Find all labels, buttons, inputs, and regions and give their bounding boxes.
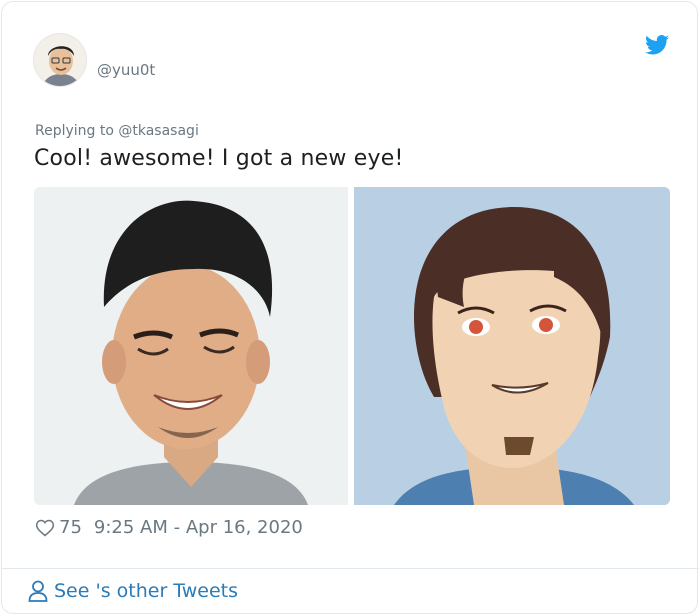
see-other-tweets-label[interactable]: See 's other Tweets [54, 580, 238, 602]
tweet-card: @yuu0t Replying to @tkasasagi Cool! awes… [1, 1, 699, 614]
replying-to[interactable]: Replying to @tkasasagi [35, 123, 199, 139]
timestamp[interactable]: 9:25 AM - Apr 16, 2020 [94, 517, 303, 538]
person-icon [28, 580, 48, 602]
see-other-tweets-link[interactable]: See 's other Tweets [28, 580, 238, 602]
like-count: 75 [59, 517, 82, 538]
tweet-media[interactable] [34, 187, 670, 505]
divider [2, 568, 699, 569]
tweet-header: @yuu0t [33, 33, 673, 89]
avatar[interactable] [33, 33, 87, 87]
twitter-bird-icon[interactable] [645, 35, 669, 55]
author-handle[interactable]: @yuu0t [97, 61, 155, 79]
heart-icon[interactable] [35, 518, 55, 538]
real-photo[interactable] [34, 187, 348, 505]
tweet-meta: 75 9:25 AM - Apr 16, 2020 [35, 517, 303, 538]
anime-photo[interactable] [354, 187, 670, 505]
tweet-text: Cool! awesome! I got a new eye! [34, 146, 404, 171]
